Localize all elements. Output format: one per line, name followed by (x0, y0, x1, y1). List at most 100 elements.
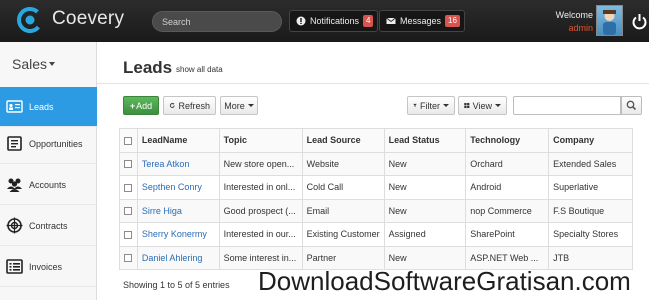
company-cell: Extended Sales (548, 151, 633, 176)
column-header-leadname[interactable]: LeadName (136, 128, 220, 153)
sidebar-item-opportunities[interactable]: Opportunities (0, 124, 97, 164)
column-header-technology[interactable]: Technology (465, 128, 550, 153)
notifications-label: Notifications (310, 16, 360, 26)
plus-icon: + (129, 100, 136, 111)
chevron-down-icon (247, 104, 254, 107)
table-row[interactable]: Sirre Higa Good prospect (... Email New … (119, 198, 633, 223)
refresh-button[interactable]: Refresh (163, 96, 216, 115)
chevron-down-icon (495, 104, 501, 107)
sidebar-item-label: Opportunities (29, 138, 83, 149)
current-user-link[interactable]: admin (556, 22, 593, 35)
search-icon (626, 100, 637, 111)
watermark-text: DownloadSoftwareGratisan.com (258, 266, 631, 296)
filter-icon (413, 103, 417, 108)
table-header-row: LeadName Topic Lead Source Lead Status T… (119, 128, 633, 153)
sidebar-item-leads[interactable]: Leads (0, 87, 97, 127)
topic-cell: New store open... (218, 151, 303, 176)
table-row[interactable]: Septhen Conry Interested in onl... Cold … (119, 175, 633, 200)
sidebar-item-label: Leads (29, 101, 54, 112)
lead-source-cell: Existing Customer (301, 222, 385, 247)
lead-status-cell: New (383, 151, 467, 176)
company-cell: Specialty Stores (548, 222, 633, 247)
lead-source-cell: Website (301, 151, 385, 176)
table-row[interactable]: Terea Atkon New store open... Website Ne… (119, 151, 633, 176)
topic-cell: Interested in our... (218, 222, 303, 247)
lead-status-cell: Assigned (383, 222, 467, 247)
app-name[interactable]: Coevery (52, 8, 124, 30)
module-switcher[interactable]: Sales (0, 56, 97, 72)
chevron-down-icon (443, 104, 449, 107)
document-icon (7, 136, 22, 151)
lead-status-cell: New (383, 198, 467, 223)
company-cell: F.S Boutique (548, 198, 633, 223)
notifications-button[interactable]: Notifications 4 (289, 10, 379, 32)
lead-name-link[interactable]: Terea Atkon (136, 151, 220, 176)
power-icon[interactable] (630, 12, 649, 31)
row-select-cell (119, 151, 138, 176)
row-select-cell (119, 198, 138, 223)
lead-name-link[interactable]: Sherry Konermy (136, 222, 220, 247)
sidebar-item-label: Invoices (29, 261, 63, 272)
add-button[interactable]: + Add (123, 96, 159, 115)
messages-label: Messages (400, 16, 442, 26)
view-button-label: View (472, 100, 492, 111)
refresh-icon (169, 102, 175, 108)
table-row[interactable]: Sherry Konermy Interested in our... Exis… (119, 222, 633, 247)
id-card-icon (6, 100, 23, 113)
column-header-company[interactable]: Company (548, 128, 633, 153)
lead-name-link[interactable]: Daniel Ahlering (136, 245, 220, 270)
table-search-input[interactable] (513, 96, 621, 115)
sidebar-item-label: Accounts (29, 179, 67, 190)
select-all-checkbox[interactable] (124, 136, 133, 145)
sidebar-item-contracts[interactable]: Contracts (0, 206, 97, 246)
target-icon (6, 217, 23, 234)
user-avatar-icon (603, 10, 616, 35)
invoice-list-icon (6, 259, 23, 274)
technology-cell: Orchard (465, 151, 550, 176)
technology-cell: Android (465, 175, 550, 200)
view-dropdown-button[interactable]: View (458, 96, 507, 115)
row-checkbox[interactable] (124, 160, 133, 169)
more-dropdown-button[interactable]: More (220, 96, 258, 115)
select-all-cell (119, 128, 138, 153)
sidebar-item-accounts[interactable]: Accounts (0, 165, 97, 205)
global-search-input[interactable] (152, 11, 282, 32)
lead-status-cell: New (383, 175, 467, 200)
topic-cell: Good prospect (... (218, 198, 303, 223)
row-select-cell (119, 175, 138, 200)
row-checkbox[interactable] (124, 207, 133, 216)
sidebar-item-label: Contracts (29, 220, 68, 231)
row-checkbox[interactable] (124, 230, 133, 239)
page-title: Leads (123, 58, 173, 77)
row-checkbox[interactable] (124, 183, 133, 192)
sidebar: Sales Leads Opportunities Accounts Contr… (0, 42, 97, 300)
row-select-cell (119, 222, 138, 247)
technology-cell: SharePoint (465, 222, 550, 247)
lead-name-link[interactable]: Sirre Higa (136, 198, 220, 223)
show-all-data-link[interactable]: show all data (176, 65, 223, 74)
column-header-lead-status[interactable]: Lead Status (383, 128, 467, 153)
column-header-topic[interactable]: Topic (218, 128, 303, 153)
welcome-text: Welcome (555, 10, 593, 20)
messages-button[interactable]: Messages 16 (379, 10, 465, 32)
refresh-button-label: Refresh (178, 100, 210, 111)
add-button-label: Add (136, 100, 153, 111)
column-header-lead-source[interactable]: Lead Source (301, 128, 385, 153)
lead-source-cell: Cold Call (301, 175, 385, 200)
alert-icon (296, 16, 306, 26)
filter-button-label: Filter (420, 100, 440, 111)
filter-dropdown-button[interactable]: Filter (407, 96, 455, 115)
topic-cell: Interested in onl... (218, 175, 303, 200)
row-checkbox[interactable] (124, 254, 133, 263)
coevery-logo-icon[interactable] (16, 6, 44, 34)
avatar[interactable] (596, 5, 623, 36)
lead-name-link[interactable]: Septhen Conry (136, 175, 220, 200)
messages-count-badge: 16 (445, 15, 460, 27)
sidebar-item-invoices[interactable]: Invoices (0, 247, 97, 287)
table-info-text: Showing 1 to 5 of 5 entries (123, 280, 230, 290)
module-switcher-label: Sales (12, 56, 48, 72)
table-search-button[interactable] (621, 96, 642, 115)
notifications-count-badge: 4 (363, 15, 374, 27)
company-cell: Superlative (548, 175, 633, 200)
header-divider (97, 83, 649, 84)
